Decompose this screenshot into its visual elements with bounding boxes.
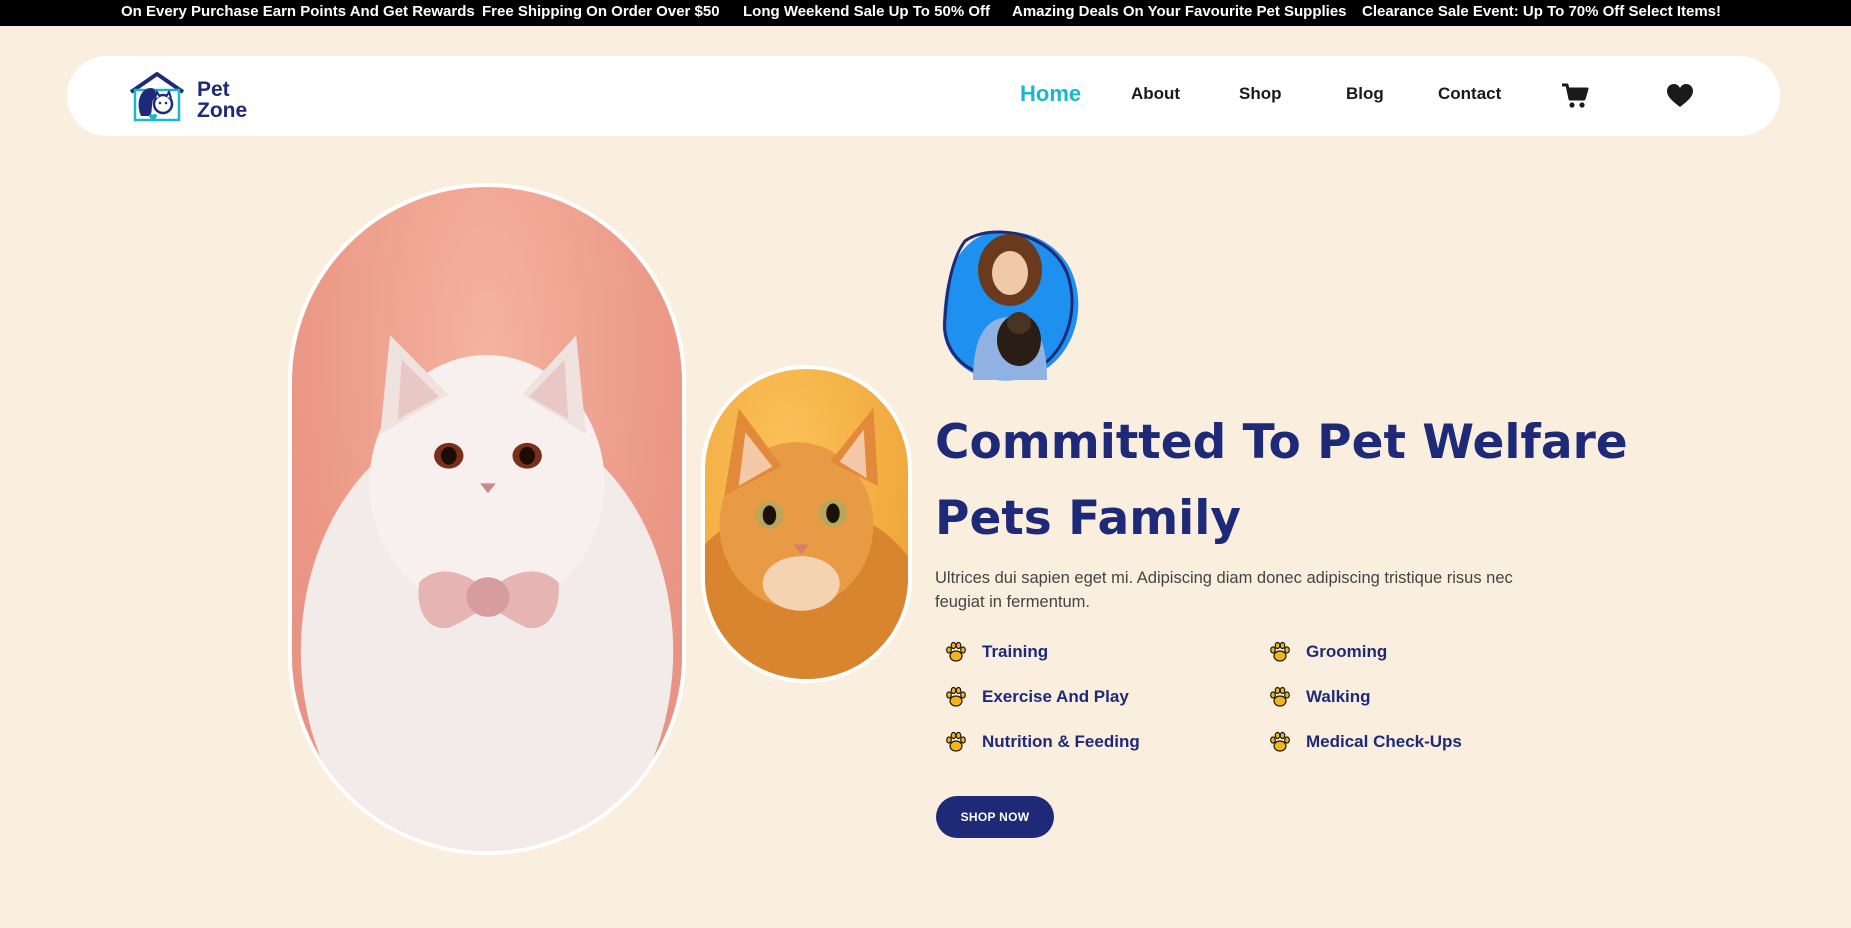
announcement-item: Clearance Sale Event: Up To 70% Off Sele…: [1362, 3, 1722, 20]
hero-title-line-1: Committed To Pet Welfare: [935, 415, 1628, 470]
brand-line-1: Pet: [197, 78, 230, 101]
feature-label: Training: [982, 642, 1049, 661]
feature-item: Walking: [1268, 684, 1371, 710]
feature-label: Medical Check-Ups: [1306, 732, 1462, 751]
hero-title-line-2: Pets Family: [935, 491, 1242, 546]
pet-house-logo-icon: [129, 72, 185, 122]
feature-item: Exercise And Play: [944, 684, 1129, 710]
shop-now-button[interactable]: SHOP NOW: [936, 796, 1054, 838]
hero-description: Ultrices dui sapien eget mi. Adipiscing …: [935, 569, 1513, 611]
heart-icon[interactable]: [1665, 81, 1695, 111]
feature-label: Nutrition & Feeding: [982, 732, 1140, 751]
nav-home[interactable]: Home: [1020, 81, 1081, 107]
nav-blog[interactable]: Blog: [1346, 84, 1384, 104]
feature-item: Medical Check-Ups: [1268, 729, 1462, 755]
brand-name: Pet Zone: [197, 79, 247, 121]
feature-label: Exercise And Play: [982, 687, 1129, 706]
feature-item: Grooming: [1268, 639, 1387, 665]
paw-icon: [1270, 641, 1290, 662]
announcement-bar: On Every Purchase Earn Points And Get Re…: [0, 0, 1851, 26]
paw-icon: [1270, 731, 1290, 752]
paw-icon: [946, 641, 966, 662]
announcement-item: On Every Purchase Earn Points And Get Re…: [121, 3, 475, 20]
hero-title: Committed To Pet Welfare Pets Family: [935, 405, 1635, 557]
announcement-item: Free Shipping On Order Over $50: [482, 3, 720, 20]
paw-icon: [1270, 686, 1290, 707]
feature-item: Nutrition & Feeding: [944, 729, 1140, 755]
feature-item: Training: [944, 639, 1048, 665]
cart-icon[interactable]: [1560, 81, 1590, 111]
main-navbar: Pet Zone Home About Shop Blog Contact: [67, 56, 1780, 136]
nav-contact[interactable]: Contact: [1438, 84, 1501, 104]
white-cat-image: [288, 183, 686, 855]
orange-kitten-image: [701, 365, 912, 683]
nav-about[interactable]: About: [1131, 84, 1180, 104]
paw-icon: [946, 686, 966, 707]
nav-shop[interactable]: Shop: [1239, 84, 1282, 104]
woman-with-dog-avatar: [942, 230, 1079, 381]
announcement-item: Long Weekend Sale Up To 50% Off: [743, 3, 990, 20]
announcement-item: Amazing Deals On Your Favourite Pet Supp…: [1012, 3, 1347, 20]
site-logo[interactable]: Pet Zone: [127, 70, 287, 122]
brand-line-2: Zone: [197, 99, 248, 122]
feature-label: Walking: [1306, 687, 1371, 706]
paw-icon: [946, 731, 966, 752]
feature-label: Grooming: [1306, 642, 1388, 661]
